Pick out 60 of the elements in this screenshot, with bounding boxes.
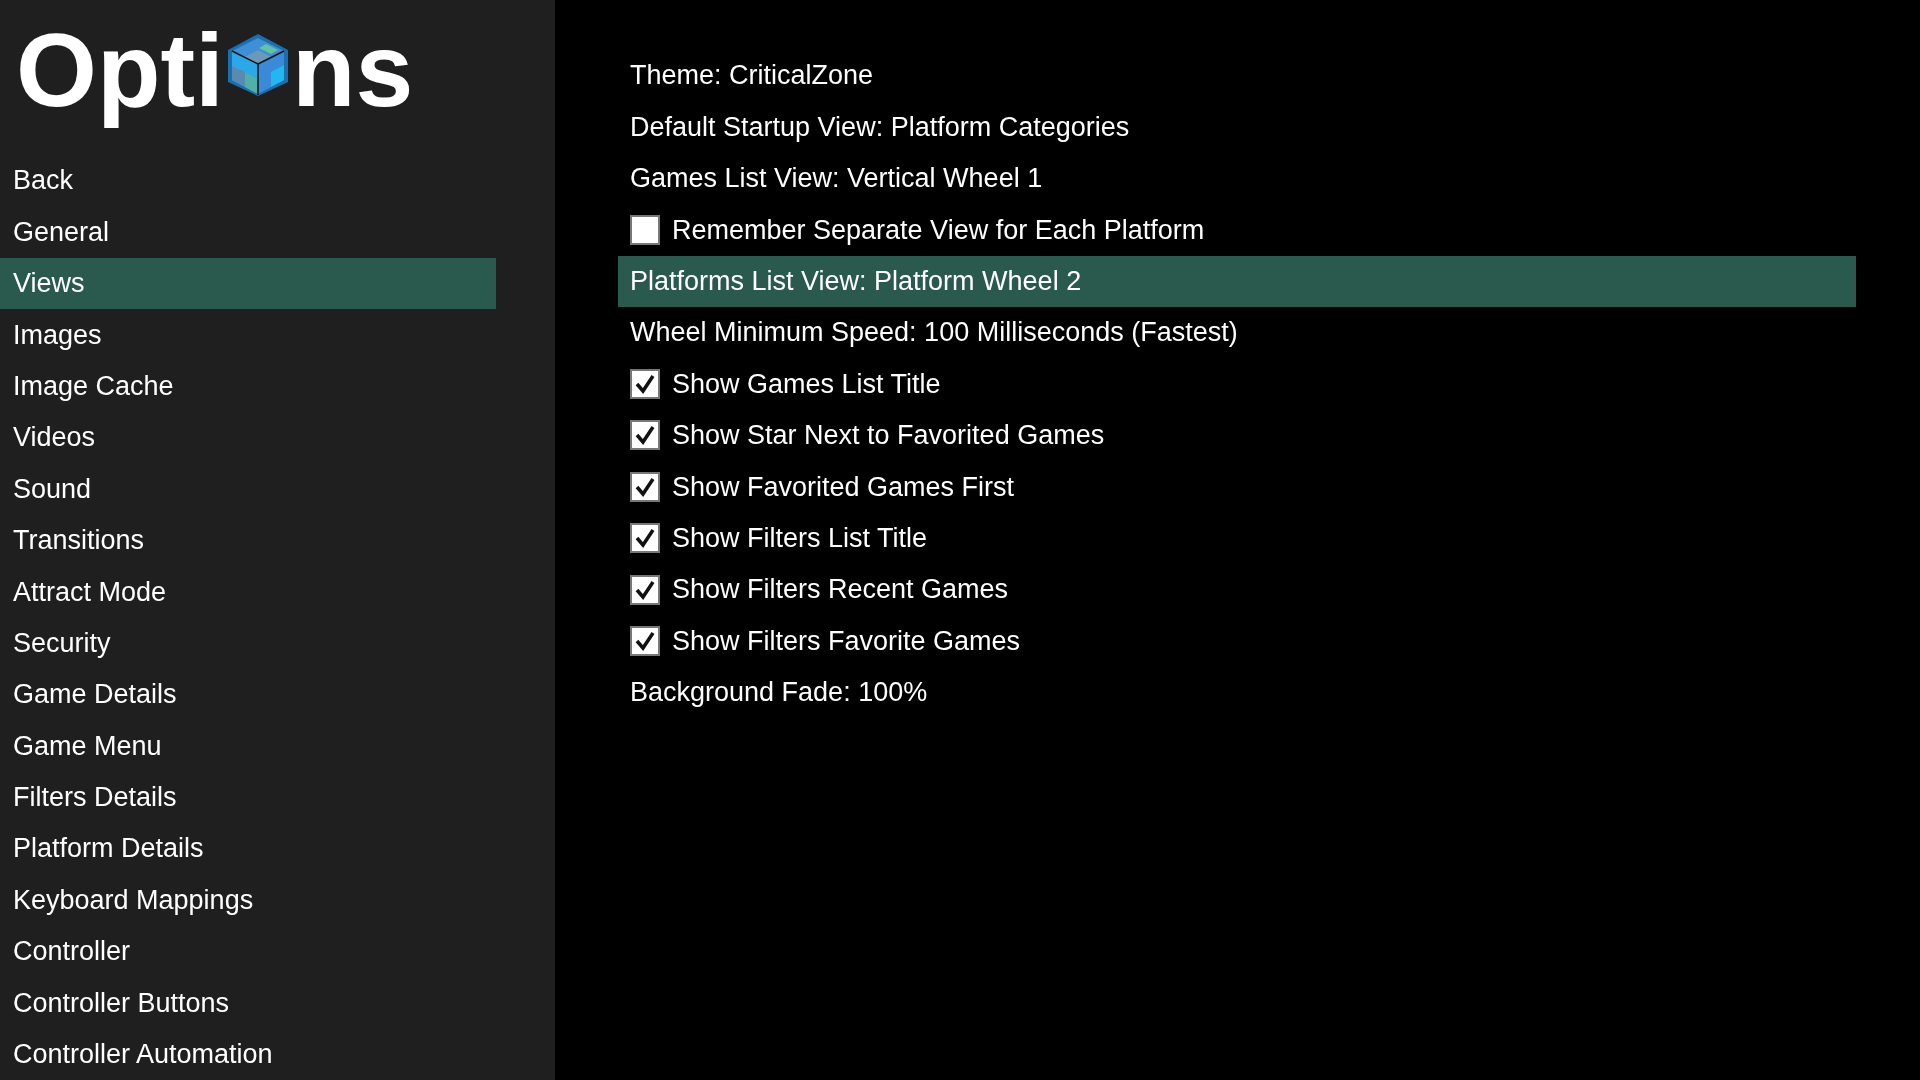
sidebar-item[interactable]: Game Details [0,668,496,721]
sidebar-item[interactable]: Game Menu [0,720,496,772]
sidebar-item[interactable]: Images [0,309,496,361]
sidebar-item[interactable]: Controller Automation [0,1028,496,1080]
checked-checkbox[interactable] [630,574,660,605]
setting-label: Platforms List View: Platform Wheel 2 [630,265,1082,298]
setting-label: Show Favorited Games First [672,470,1015,504]
setting-row[interactable]: Show Games List Title [618,358,1856,410]
sidebar-item[interactable]: Attract Mode [0,566,496,618]
sidebar-item[interactable]: Controller [0,925,496,978]
setting-row[interactable]: Show Filters Recent Games [618,563,1856,616]
setting-label: Show Filters Favorite Games [672,624,1021,658]
sidebar-item[interactable]: Keyboard Mappings [0,874,496,926]
setting-row[interactable]: Show Filters List Title [618,512,1856,564]
setting-row[interactable]: Games List View: Vertical Wheel 1 [618,152,1856,205]
checked-checkbox[interactable] [630,420,660,451]
sidebar-item[interactable]: Views [0,257,496,310]
setting-row[interactable]: Background Fade: 100% [618,666,1856,719]
checkmark-icon [634,527,656,550]
setting-row[interactable]: Theme: CriticalZone [618,50,1856,102]
setting-row[interactable]: Platforms List View: Platform Wheel 2 [618,255,1856,307]
checked-checkbox[interactable] [630,369,660,400]
sidebar-item[interactable]: Back [0,154,496,207]
checked-checkbox[interactable] [630,523,660,554]
setting-label: Theme: CriticalZone [630,59,874,93]
checked-checkbox[interactable] [630,626,660,656]
setting-label: Show Filters Recent Games [672,573,1009,607]
checked-checkbox[interactable] [630,471,660,502]
sidebar-item[interactable]: Platform Details [0,823,496,875]
setting-label: Remember Separate View for Each Platform [672,213,1205,247]
setting-row[interactable]: Default Startup View: Platform Categories [618,101,1856,153]
setting-label: Show Games List Title [672,367,941,401]
sidebar-item[interactable]: Controller Buttons [0,977,496,1029]
checkmark-icon [634,578,656,601]
setting-row[interactable]: Show Filters Favorite Games [618,615,1856,667]
sidebar-item[interactable]: Image Cache [0,360,496,412]
setting-label: Wheel Minimum Speed: 100 Milliseconds (Fastest) [630,316,1238,350]
sidebar-item[interactable]: Sound [0,463,496,515]
setting-label: Background Fade: 100% [630,676,928,710]
sidebar-item[interactable]: Transitions [0,514,496,567]
sidebar-item[interactable]: Security [0,617,496,669]
checkmark-icon [634,424,656,447]
setting-row[interactable]: Remember Separate View for Each Platform [618,204,1856,256]
checkmark-icon [634,630,656,652]
setting-label: Default Startup View: Platform Categories [630,110,1130,144]
logo-title: Opti [16,11,224,130]
sidebar-item[interactable]: Videos [0,411,496,464]
checkmark-icon [634,373,656,396]
cube-logo-icon [225,32,290,98]
checkbox[interactable] [630,214,660,245]
logo-title: ns [291,11,414,130]
setting-label: Games List View: Vertical Wheel 1 [630,162,1043,196]
setting-row[interactable]: Show Favorited Games First [618,461,1856,513]
sidebar-item[interactable]: Filters Details [0,771,496,824]
checkmark-icon [634,475,656,498]
setting-row[interactable]: Show Star Next to Favorited Games [618,409,1856,462]
setting-label: Show Star Next to Favorited Games [672,419,1105,453]
setting-label: Show Filters List Title [672,521,928,555]
sidebar-item[interactable]: General [0,206,496,258]
setting-row[interactable]: Wheel Minimum Speed: 100 Milliseconds (Fastest) [618,306,1856,359]
